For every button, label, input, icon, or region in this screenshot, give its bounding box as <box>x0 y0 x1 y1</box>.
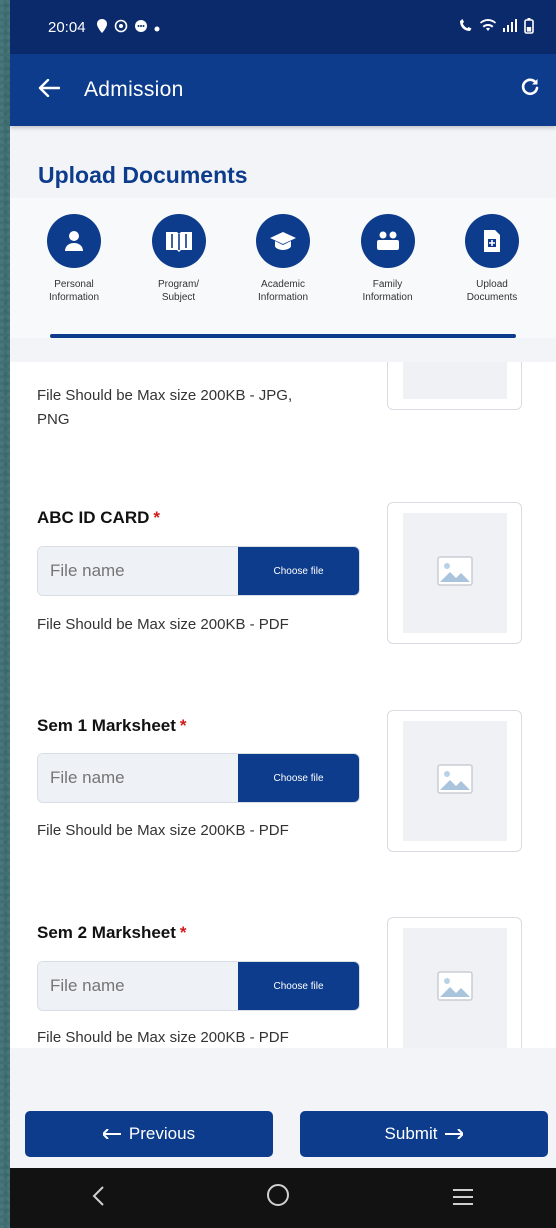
step-label: Upload Documents <box>466 279 518 303</box>
back-arrow-icon[interactable] <box>38 76 68 104</box>
message-icon <box>134 19 148 36</box>
refresh-icon[interactable] <box>520 77 540 103</box>
file-hint: File Should be Max size 200KB - PDF <box>37 822 289 839</box>
step-upload-documents[interactable]: Upload Documents <box>446 214 538 304</box>
step-academic-information[interactable]: Academic Information <box>237 214 329 304</box>
previous-button[interactable]: Previous <box>25 1111 273 1157</box>
image-placeholder-icon <box>436 763 473 799</box>
preview-placeholder <box>402 721 507 841</box>
graduation-cap-icon <box>256 214 310 268</box>
family-icon <box>360 214 415 268</box>
choose-file-button[interactable]: Choose file <box>238 754 359 802</box>
image-placeholder-icon <box>436 555 473 591</box>
file-name-input[interactable] <box>38 547 238 595</box>
field-label: Sem 1 Marksheet * <box>37 716 187 735</box>
page-title: Upload Documents <box>38 162 248 188</box>
image-preview <box>387 362 522 410</box>
nav-back-icon[interactable] <box>91 1183 105 1214</box>
step-personal-information[interactable]: Personal Information <box>28 214 120 304</box>
dot-icon <box>154 19 160 35</box>
whatsapp-icon <box>114 19 128 36</box>
book-icon <box>151 214 206 268</box>
app-bar-title: Admission <box>84 78 184 101</box>
file-picker: Choose file <box>37 753 360 803</box>
choose-file-button[interactable]: Choose file <box>238 547 359 595</box>
field-label: ABC ID CARD * <box>37 508 161 527</box>
file-hint: File Should be Max size 200KB - JPG, PNG <box>37 387 293 428</box>
file-name-input[interactable] <box>38 962 238 1010</box>
battery-icon <box>524 17 534 37</box>
file-hint: File Should be Max size 200KB - PDF <box>37 616 289 633</box>
submit-button[interactable]: Submit <box>300 1111 548 1157</box>
phone-screen: 20:04 Admission Upload Documents Persona… <box>10 0 556 1228</box>
location-icon <box>96 18 108 36</box>
step-family-information[interactable]: Family Information <box>342 214 434 304</box>
file-picker: Choose file <box>37 546 360 596</box>
wifi-icon <box>480 19 496 35</box>
previous-label: Previous <box>128 1124 196 1143</box>
submit-label: Submit <box>384 1124 438 1143</box>
progress-stepper: Personal Information Program/Subject Acad… <box>10 198 556 338</box>
bottom-action-area: Previous Submit <box>10 1048 556 1168</box>
app-bar: Admission <box>10 54 556 126</box>
image-placeholder-icon <box>436 970 473 1006</box>
step-label: Academic Information <box>257 279 309 303</box>
step-label: Program/Subject <box>157 279 200 303</box>
system-navigation-bar <box>10 1168 556 1228</box>
document-upload-icon <box>465 214 519 268</box>
field-label: Sem 2 Marksheet * <box>37 923 187 942</box>
preview-placeholder <box>402 513 507 633</box>
status-bar: 20:04 <box>10 0 556 54</box>
choose-file-button[interactable]: Choose file <box>238 962 359 1010</box>
preview-placeholder <box>402 928 507 1048</box>
arrow-left-icon <box>101 1124 121 1144</box>
step-label: Personal Information <box>48 279 100 303</box>
step-program-subject[interactable]: Program/Subject <box>133 214 225 304</box>
file-picker: Choose file <box>37 961 360 1011</box>
person-icon <box>47 214 101 268</box>
image-preview <box>387 502 522 644</box>
image-preview <box>387 917 522 1048</box>
documents-form[interactable]: File Should be Max size 200KB - JPG, PNG … <box>10 362 556 1048</box>
signal-icon <box>502 19 518 35</box>
call-wifi-icon <box>458 18 474 36</box>
image-preview <box>387 710 522 852</box>
stepper-progress-bar <box>50 334 516 338</box>
nav-home-icon[interactable] <box>266 1183 290 1214</box>
nav-recents-icon[interactable] <box>451 1183 475 1214</box>
preview-placeholder <box>402 362 507 399</box>
file-name-input[interactable] <box>38 754 238 802</box>
file-hint: File Should be Max size 200KB - PDF <box>37 1029 289 1046</box>
arrow-right-icon <box>445 1124 465 1144</box>
step-label: Family Information <box>362 279 413 303</box>
status-time: 20:04 <box>48 18 86 36</box>
